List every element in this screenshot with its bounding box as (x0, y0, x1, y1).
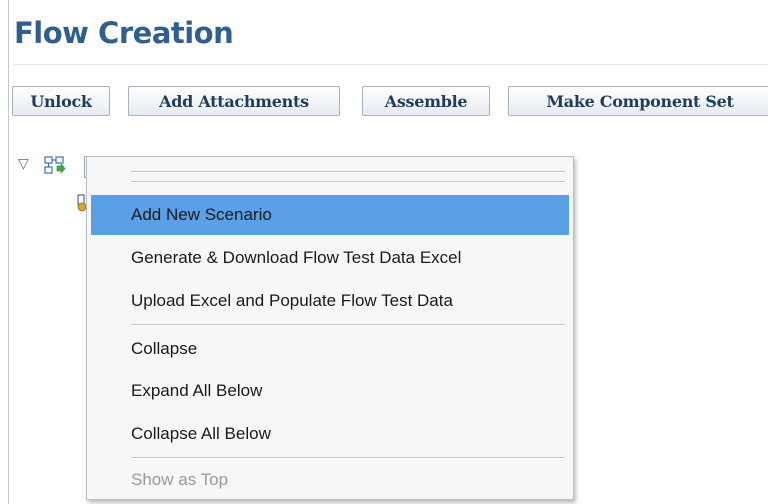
title-divider (14, 64, 768, 65)
menu-item-generate-download-excel[interactable]: Generate & Download Flow Test Data Excel (91, 238, 569, 278)
menu-separator (131, 171, 565, 173)
menu-item-collapse[interactable]: Collapse (91, 329, 569, 369)
menu-item-upload-excel-populate[interactable]: Upload Excel and Populate Flow Test Data (91, 281, 569, 321)
menu-separator (131, 457, 565, 459)
menu-separator (131, 324, 565, 326)
flow-tree-icon[interactable] (44, 156, 66, 176)
make-component-set-button[interactable]: Make Component Set (508, 86, 768, 116)
menu-item-show-as-top: Show as Top (131, 470, 229, 489)
expand-toggle-icon[interactable]: ▽ (18, 156, 29, 172)
menu-item-add-new-scenario[interactable]: Add New Scenario (91, 195, 569, 235)
assemble-button[interactable]: Assemble (362, 86, 490, 116)
context-menu: Add New Scenario Generate & Download Flo… (86, 156, 574, 500)
unlock-button[interactable]: Unlock (12, 86, 110, 116)
menu-separator (131, 181, 565, 183)
page-title: Flow Creation (14, 16, 234, 50)
menu-item-expand-all-below[interactable]: Expand All Below (91, 371, 569, 411)
page: Flow Creation Unlock Add Attachments Ass… (0, 0, 768, 504)
left-border (8, 0, 9, 504)
add-attachments-button[interactable]: Add Attachments (128, 86, 340, 116)
menu-item-collapse-all-below[interactable]: Collapse All Below (91, 414, 569, 454)
